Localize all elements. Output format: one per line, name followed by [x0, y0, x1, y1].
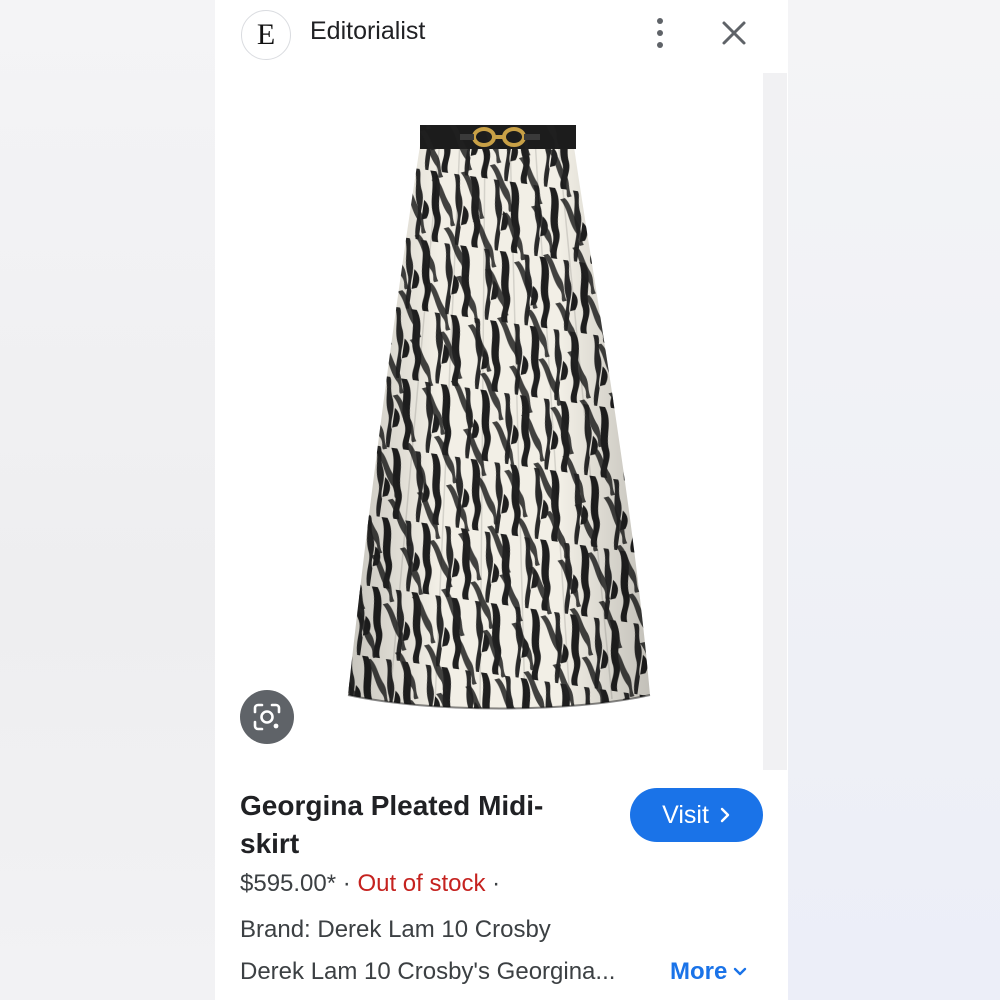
close-button[interactable] [717, 16, 751, 50]
product-title[interactable]: Georgina Pleated Midi-skirt [240, 787, 600, 863]
close-icon [722, 21, 746, 45]
more-vert-icon [657, 18, 663, 24]
more-vert-icon-dot [657, 42, 663, 48]
product-description: Derek Lam 10 Crosby's Georgina... [240, 958, 616, 985]
product-image-area[interactable] [240, 73, 787, 770]
panel-header: E Editorialist [215, 0, 788, 70]
stock-status: Out of stock [357, 870, 486, 897]
separator: · [342, 870, 351, 897]
more-vert-icon-dot [657, 30, 663, 36]
brand-line: Brand: Derek Lam 10 Crosby [240, 916, 551, 943]
visit-label: Visit [662, 800, 709, 829]
left-backdrop [0, 0, 215, 1000]
product-panel: E Editorialist Georgina Pleated Midi-ski… [215, 0, 788, 1000]
lens-icon [253, 703, 281, 731]
chevron-down-icon [734, 967, 747, 976]
more-options-button[interactable] [647, 16, 673, 50]
chevron-right-icon [720, 807, 730, 823]
visit-button[interactable]: Visit [630, 788, 763, 842]
price-row: $595.00* · Out of stock · [240, 870, 500, 898]
price: $595.00* [240, 870, 337, 897]
right-backdrop [785, 0, 1000, 1000]
more-link[interactable]: More [670, 958, 747, 986]
site-name[interactable]: Editorialist [310, 17, 425, 46]
product-image[interactable] [240, 73, 763, 770]
more-label: More [670, 958, 728, 985]
site-logo[interactable]: E [241, 10, 291, 60]
google-lens-button[interactable] [240, 690, 294, 744]
separator: · [492, 870, 501, 897]
